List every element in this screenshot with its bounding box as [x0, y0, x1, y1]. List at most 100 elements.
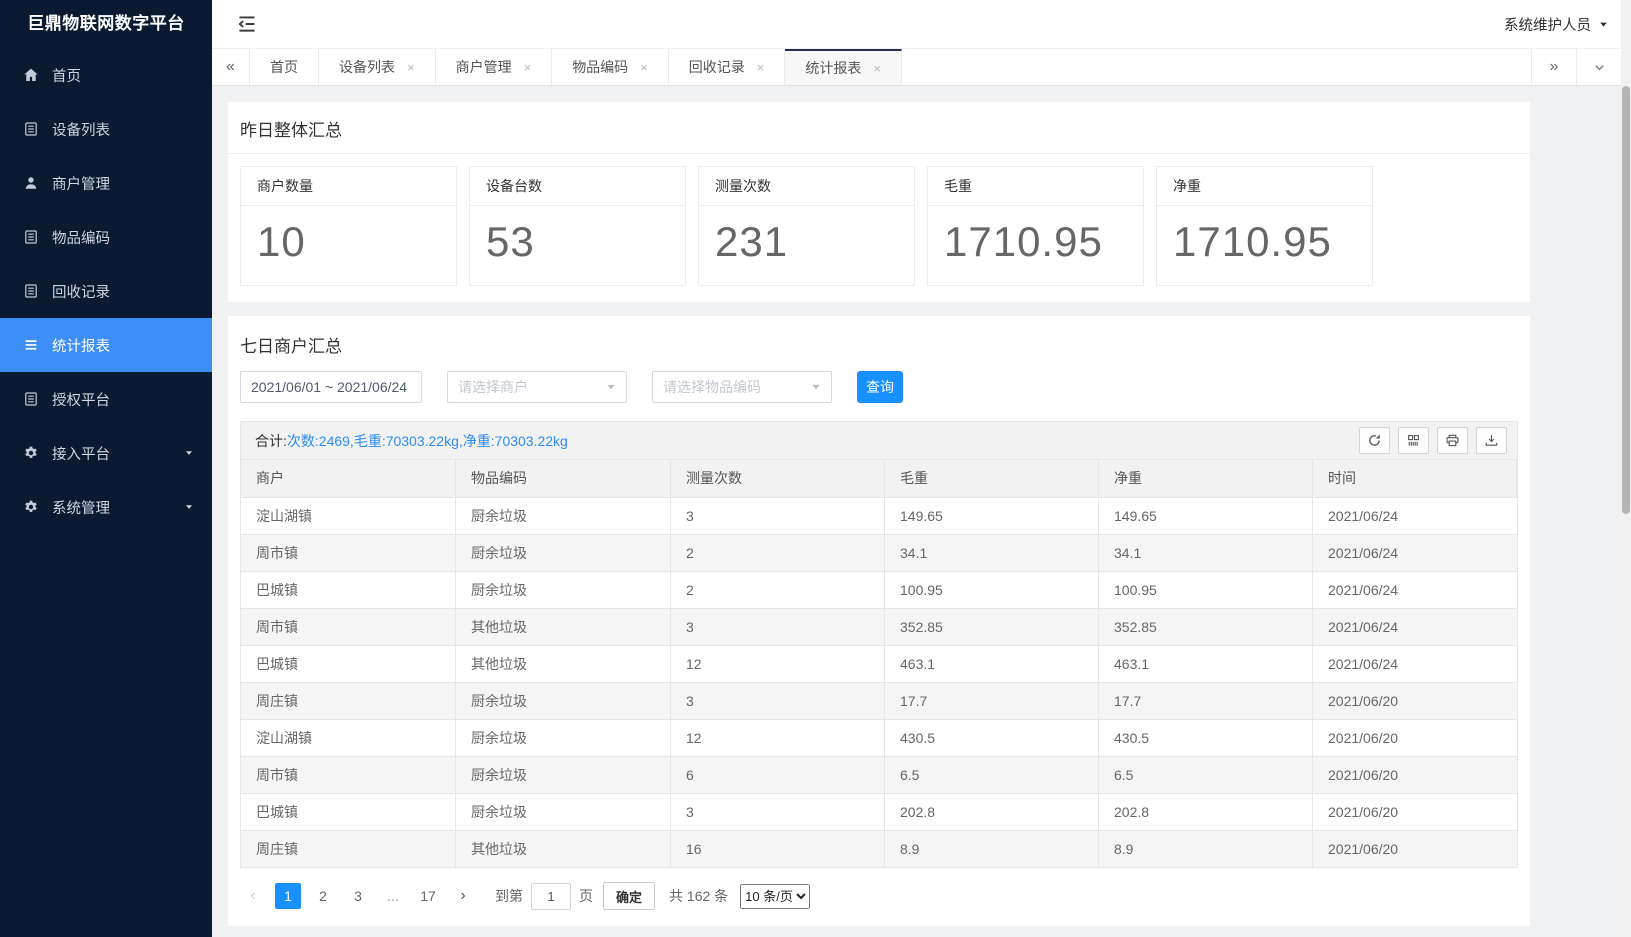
- cell-net-weight: 149.65: [1099, 498, 1313, 535]
- date-range-input[interactable]: [240, 371, 422, 403]
- stat-card-value: 53: [470, 206, 685, 266]
- tab[interactable]: 回收记录 ×: [669, 49, 786, 85]
- confirm-page-button[interactable]: 确定: [603, 882, 655, 910]
- tab-label: 统计报表: [805, 58, 861, 78]
- close-icon[interactable]: ×: [873, 62, 881, 75]
- sidebar-item[interactable]: 物品编码: [0, 210, 212, 264]
- tab[interactable]: 物品编码 ×: [552, 49, 669, 85]
- yesterday-summary-title: 昨日整体汇总: [240, 116, 1518, 141]
- user-menu[interactable]: 系统维护人员: [1504, 14, 1609, 35]
- print-icon: [1445, 433, 1460, 448]
- sidebar-item[interactable]: 接入平台: [0, 426, 212, 480]
- cell-date: 2021/06/24: [1313, 535, 1517, 572]
- stat-card: 设备台数 53: [469, 166, 686, 286]
- list-icon: [23, 391, 39, 407]
- search-button[interactable]: 查询: [857, 371, 903, 403]
- cell-measure-count: 3: [671, 609, 885, 646]
- table-column-header: 时间: [1313, 460, 1517, 498]
- cell-net-weight: 17.7: [1099, 683, 1313, 720]
- sidebar-item[interactable]: 商户管理: [0, 156, 212, 210]
- sidebar-item[interactable]: 设备列表: [0, 102, 212, 156]
- cell-net-weight: 202.8: [1099, 794, 1313, 831]
- sidebar-item[interactable]: 统计报表: [0, 318, 212, 372]
- close-icon[interactable]: ×: [407, 61, 415, 74]
- cell-merchant: 巴城镇: [241, 646, 456, 683]
- cell-item-code: 厨余垃圾: [456, 683, 671, 720]
- user-icon: [23, 175, 39, 191]
- table-row: 巴城镇 厨余垃圾 2 100.95 100.95 2021/06/24: [241, 572, 1517, 609]
- cell-measure-count: 2: [671, 572, 885, 609]
- tab-label: 设备列表: [339, 57, 395, 77]
- stat-card-value: 10: [241, 206, 456, 266]
- item-code-select[interactable]: 请选择物品编码: [652, 371, 832, 403]
- user-name: 系统维护人员: [1504, 14, 1591, 35]
- sidebar-item-label: 商户管理: [52, 173, 110, 194]
- sidebar-item[interactable]: 系统管理: [0, 480, 212, 534]
- page-number-button[interactable]: ...: [380, 883, 406, 909]
- cell-date: 2021/06/20: [1313, 831, 1517, 867]
- prev-page-button[interactable]: ‹: [240, 883, 266, 909]
- table-tool-button[interactable]: [1398, 427, 1429, 454]
- weekly-summary-title: 七日商户汇总: [240, 332, 1518, 357]
- cell-date: 2021/06/24: [1313, 609, 1517, 646]
- main-area: 系统维护人员 « 首页 × 设备列表 × 商户管理 ×: [212, 0, 1621, 937]
- stat-card: 测量次数 231: [698, 166, 915, 286]
- table-column-header: 物品编码: [456, 460, 671, 498]
- table-tool-button[interactable]: [1359, 427, 1390, 454]
- table-column-header: 商户: [241, 460, 456, 498]
- close-icon[interactable]: ×: [757, 61, 765, 74]
- columns-icon: [1406, 433, 1421, 448]
- cell-date: 2021/06/24: [1313, 646, 1517, 683]
- cell-merchant: 周庄镇: [241, 683, 456, 720]
- list-icon: [23, 121, 39, 137]
- close-icon[interactable]: ×: [524, 61, 532, 74]
- sidebar-item-label: 统计报表: [52, 335, 110, 356]
- cell-measure-count: 12: [671, 646, 885, 683]
- tabs-dropdown-button[interactable]: [1576, 49, 1621, 85]
- yesterday-summary-panel: 昨日整体汇总 商户数量 10 设备台数 53 测量次数 231: [228, 102, 1530, 302]
- cell-merchant: 周市镇: [241, 609, 456, 646]
- table-tool-button[interactable]: [1437, 427, 1468, 454]
- page-number-button[interactable]: 17: [415, 883, 441, 909]
- tabs-scroll-right-button[interactable]: »: [1531, 49, 1576, 85]
- goto-page-input[interactable]: [531, 883, 571, 910]
- cell-measure-count: 12: [671, 720, 885, 757]
- tab[interactable]: 首页 ×: [250, 49, 319, 85]
- cell-item-code: 其他垃圾: [456, 646, 671, 683]
- stat-card-label: 毛重: [928, 167, 1143, 206]
- pagination: ‹ 1 2 3 ... 17 › 到第 页 确定 共 162 条: [240, 882, 1518, 910]
- close-icon[interactable]: ×: [640, 61, 648, 74]
- cell-measure-count: 3: [671, 498, 885, 535]
- collapse-sidebar-icon[interactable]: [236, 13, 258, 35]
- cell-gross-weight: 8.9: [885, 831, 1099, 867]
- cell-item-code: 厨余垃圾: [456, 535, 671, 572]
- scrollbar-thumb[interactable]: [1622, 86, 1630, 514]
- page-number-button[interactable]: 1: [275, 883, 301, 909]
- menu-icon: [23, 337, 39, 353]
- page-number-button[interactable]: 2: [310, 883, 336, 909]
- table-row: 周庄镇 厨余垃圾 3 17.7 17.7 2021/06/20: [241, 683, 1517, 720]
- goto-label: 到第: [495, 886, 523, 906]
- table-row: 巴城镇 其他垃圾 12 463.1 463.1 2021/06/24: [241, 646, 1517, 683]
- page-number-button[interactable]: 3: [345, 883, 371, 909]
- cell-merchant: 巴城镇: [241, 572, 456, 609]
- cell-item-code: 厨余垃圾: [456, 498, 671, 535]
- tabs-scroll-left-button[interactable]: «: [212, 49, 250, 85]
- sidebar-item[interactable]: 回收记录: [0, 264, 212, 318]
- tab[interactable]: 商户管理 ×: [436, 49, 553, 85]
- table-body: 淀山湖镇 厨余垃圾 3 149.65 149.65 2021/06/24 周市镇…: [241, 498, 1517, 867]
- cell-measure-count: 16: [671, 831, 885, 867]
- sidebar-item[interactable]: 授权平台: [0, 372, 212, 426]
- merchant-select[interactable]: 请选择商户: [447, 371, 627, 403]
- tab[interactable]: 设备列表 ×: [319, 49, 436, 85]
- stat-card-value: 231: [699, 206, 914, 266]
- cell-gross-weight: 17.7: [885, 683, 1099, 720]
- next-page-button[interactable]: ›: [450, 883, 476, 909]
- table-tool-button[interactable]: [1476, 427, 1507, 454]
- page-size-select[interactable]: 10 条/页: [740, 884, 810, 909]
- sidebar-item[interactable]: 首页: [0, 48, 212, 102]
- export-icon: [1484, 433, 1499, 448]
- stat-card-label: 净重: [1157, 167, 1372, 206]
- tab[interactable]: 统计报表 ×: [785, 49, 902, 85]
- cell-net-weight: 352.85: [1099, 609, 1313, 646]
